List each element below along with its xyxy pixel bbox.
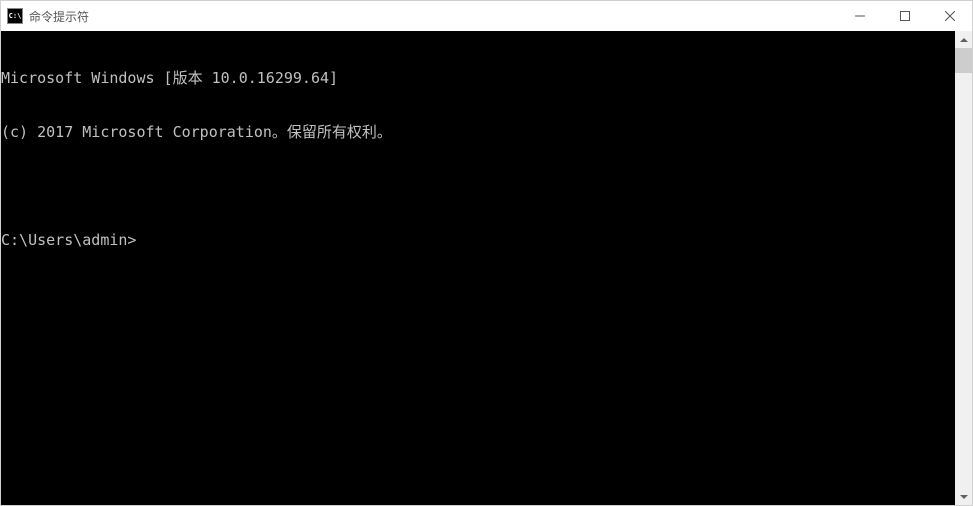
scroll-up-button[interactable]	[955, 31, 972, 48]
prompt-line[interactable]: C:\Users\admin>	[1, 231, 955, 249]
prompt-text: C:\Users\admin>	[1, 231, 136, 249]
command-prompt-window: C:\ 命令提示符 Microsoft Wi	[0, 0, 973, 506]
window-controls	[837, 1, 972, 31]
vertical-scrollbar[interactable]	[955, 31, 972, 505]
chevron-up-icon	[960, 38, 968, 42]
version-line: Microsoft Windows [版本 10.0.16299.64]	[1, 69, 955, 87]
terminal-output[interactable]: Microsoft Windows [版本 10.0.16299.64] (c)…	[1, 31, 955, 505]
maximize-button[interactable]	[882, 1, 927, 31]
blank-line	[1, 177, 955, 195]
maximize-icon	[900, 11, 910, 21]
window-title: 命令提示符	[29, 8, 89, 25]
cmd-icon: C:\	[7, 8, 23, 24]
titlebar[interactable]: C:\ 命令提示符	[1, 1, 972, 31]
minimize-button[interactable]	[837, 1, 882, 31]
close-icon	[945, 11, 955, 21]
titlebar-left: C:\ 命令提示符	[7, 8, 89, 25]
minimize-icon	[855, 11, 865, 21]
close-button[interactable]	[927, 1, 972, 31]
scroll-down-button[interactable]	[955, 488, 972, 505]
content-area: Microsoft Windows [版本 10.0.16299.64] (c)…	[1, 31, 972, 505]
chevron-down-icon	[960, 495, 968, 499]
scroll-track[interactable]	[955, 48, 972, 488]
scroll-thumb[interactable]	[955, 48, 972, 73]
copyright-line: (c) 2017 Microsoft Corporation。保留所有权利。	[1, 123, 955, 141]
